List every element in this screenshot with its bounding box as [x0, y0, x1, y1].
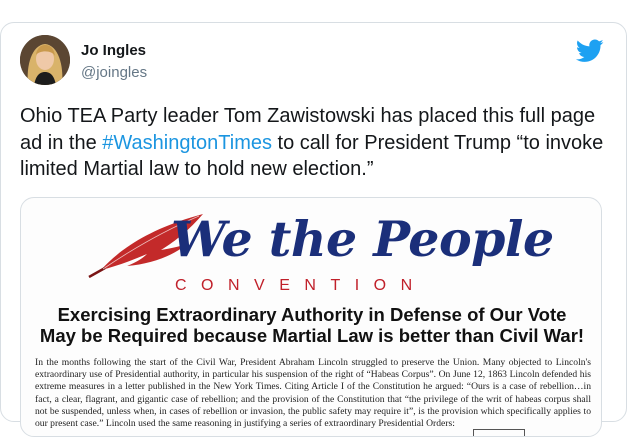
ad-headline: Exercising Extraordinary Authority in De… — [21, 304, 601, 346]
tweet-image[interactable]: We the People CONVENTION Exercising Extr… — [20, 197, 602, 437]
tweet-card: Jo Ingles @joingles Ohio TEA Party leade… — [0, 22, 627, 437]
tweet-text: Ohio TEA Party leader Tom Zawistowski ha… — [20, 103, 620, 183]
ad-subtitle: CONVENTION — [175, 277, 427, 294]
twitter-bird-icon[interactable] — [576, 39, 604, 63]
ad-body-text: In the months following the start of the… — [35, 357, 591, 430]
avatar[interactable] — [20, 35, 70, 85]
ad-title: We the People — [171, 210, 554, 268]
ad-headline-line2: May be Required because Martial Law is b… — [39, 325, 585, 346]
hashtag-link[interactable]: #WashingtonTimes — [102, 132, 272, 154]
ad-inset-box — [473, 429, 525, 436]
author-handle[interactable]: @joingles — [81, 64, 147, 81]
profile-photo — [20, 35, 70, 85]
author-name[interactable]: Jo Ingles — [81, 42, 146, 59]
ad-headline-line1: Exercising Extraordinary Authority in De… — [57, 304, 567, 325]
